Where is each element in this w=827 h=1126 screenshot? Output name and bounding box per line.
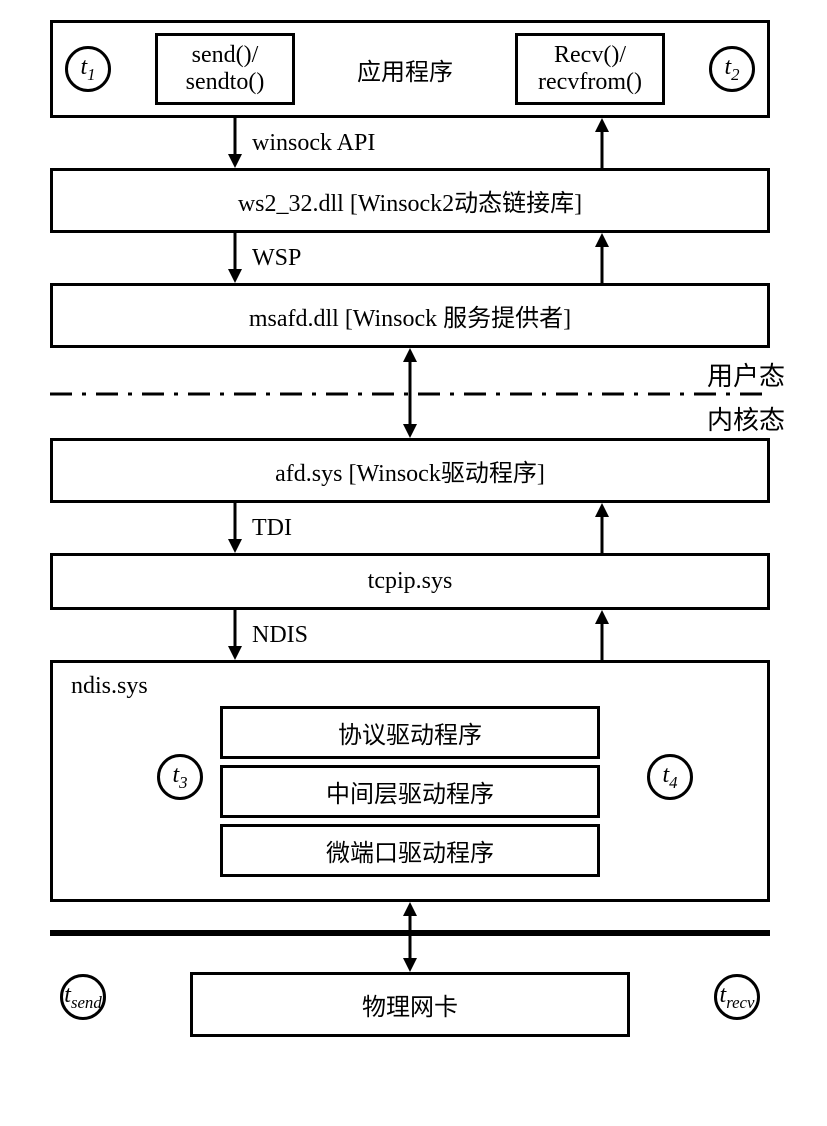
tcpip-layer: tcpip.sys	[50, 553, 770, 610]
ndis-protocol-driver: 协议驱动程序	[220, 706, 600, 759]
recv-box: Recv()/ recvfrom()	[515, 33, 665, 105]
kernel-mode-label: 内核态	[707, 400, 785, 437]
application-layer-box: t1 send()/ sendto() 应用程序 Recv()/ recvfro…	[50, 20, 770, 118]
ndis-miniport-driver: 微端口驱动程序	[220, 824, 600, 877]
arrow-afd-tcpip: TDI	[50, 503, 770, 553]
user-mode-label: 用户态	[707, 356, 785, 393]
ndis-label: NDIS	[252, 622, 308, 649]
ndis-layer: ndis.sys t3 t4 协议驱动程序 中间层驱动程序 微端口驱动程序	[50, 660, 770, 902]
wsp-label: WSP	[252, 245, 301, 272]
ws2-32-layer: ws2_32.dll [Winsock2动态链接库]	[50, 168, 770, 233]
arrow-tcpip-ndis: NDIS	[50, 610, 770, 660]
t2-circle: t2	[709, 46, 755, 92]
afd-layer: afd.sys [Winsock驱动程序]	[50, 438, 770, 503]
t1-circle: t1	[65, 46, 111, 92]
t4-circle: t4	[647, 754, 693, 800]
tsend-circle: tsend	[60, 974, 106, 1020]
trecv-circle: trecv	[714, 974, 760, 1020]
t3-circle: t3	[157, 754, 203, 800]
winsock-api-label: winsock API	[252, 130, 375, 157]
msafd-layer: msafd.dll [Winsock 服务提供者]	[50, 283, 770, 348]
arrow-ws2-msafd: WSP	[50, 233, 770, 283]
nic-layer: 物理网卡	[190, 972, 630, 1037]
ndis-title: ndis.sys	[67, 673, 753, 700]
network-stack-diagram: t1 send()/ sendto() 应用程序 Recv()/ recvfro…	[20, 20, 807, 1037]
arrow-app-ws2: winsock API	[50, 118, 770, 168]
hw-divider	[50, 902, 770, 972]
user-kernel-divider: 用户态 内核态	[50, 348, 770, 438]
tdi-label: TDI	[252, 515, 292, 542]
ndis-intermediate-driver: 中间层驱动程序	[220, 765, 600, 818]
send-box: send()/ sendto()	[155, 33, 295, 105]
app-title: 应用程序	[339, 52, 471, 87]
